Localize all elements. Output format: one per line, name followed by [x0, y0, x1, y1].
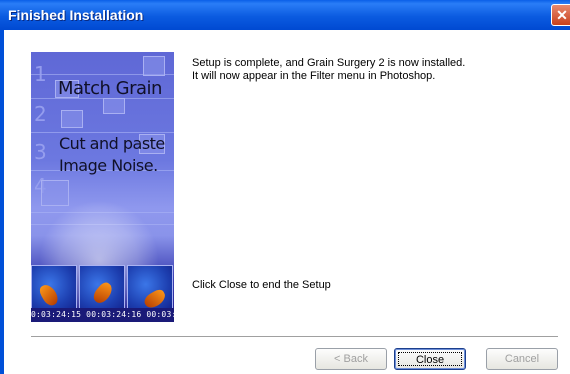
timecode-strip: 0:03:24:15 00:03:24:16 00:03:2 — [31, 308, 174, 322]
banner-square — [143, 56, 165, 76]
film-frame — [79, 265, 125, 313]
banner-square — [61, 110, 83, 128]
fish-image — [37, 281, 61, 309]
banner-square — [103, 98, 125, 114]
back-button[interactable]: < Back — [315, 348, 387, 370]
message-line: It will now appear in the Filter menu in… — [192, 70, 436, 82]
banner-line — [31, 132, 174, 133]
completion-message: Setup is complete, and Grain Surgery 2 i… — [192, 57, 465, 83]
close-button[interactable]: Close — [394, 348, 466, 370]
fish-image — [90, 280, 116, 306]
banner-number: 2 — [34, 102, 47, 126]
window-title: Finished Installation — [8, 7, 144, 23]
close-icon[interactable]: ✕ — [551, 4, 570, 26]
film-frame — [127, 265, 173, 313]
grain-surgery-banner: 1 2 3 4 Match Grain Cut and paste Image … — [31, 52, 174, 322]
close-instruction: Click Close to end the Setup — [192, 279, 331, 291]
close-button-label: Close — [398, 352, 462, 366]
film-frame — [31, 265, 77, 313]
banner-square — [41, 180, 69, 206]
cancel-button[interactable]: Cancel — [486, 348, 558, 370]
message-line: Setup is complete, and Grain Surgery 2 i… — [192, 57, 466, 69]
button-divider — [31, 336, 558, 338]
installer-window: Finished Installation ✕ 1 2 3 4 Match Gr… — [0, 0, 570, 374]
window-frame-left — [0, 30, 4, 374]
banner-heading: Match Grain — [58, 78, 162, 99]
banner-number: 3 — [34, 140, 47, 164]
title-bar[interactable]: Finished Installation ✕ — [0, 0, 570, 30]
banner-line1: Cut and paste — [59, 134, 165, 153]
banner-number: 1 — [34, 62, 47, 86]
banner-line2: Image Noise. — [59, 156, 158, 175]
